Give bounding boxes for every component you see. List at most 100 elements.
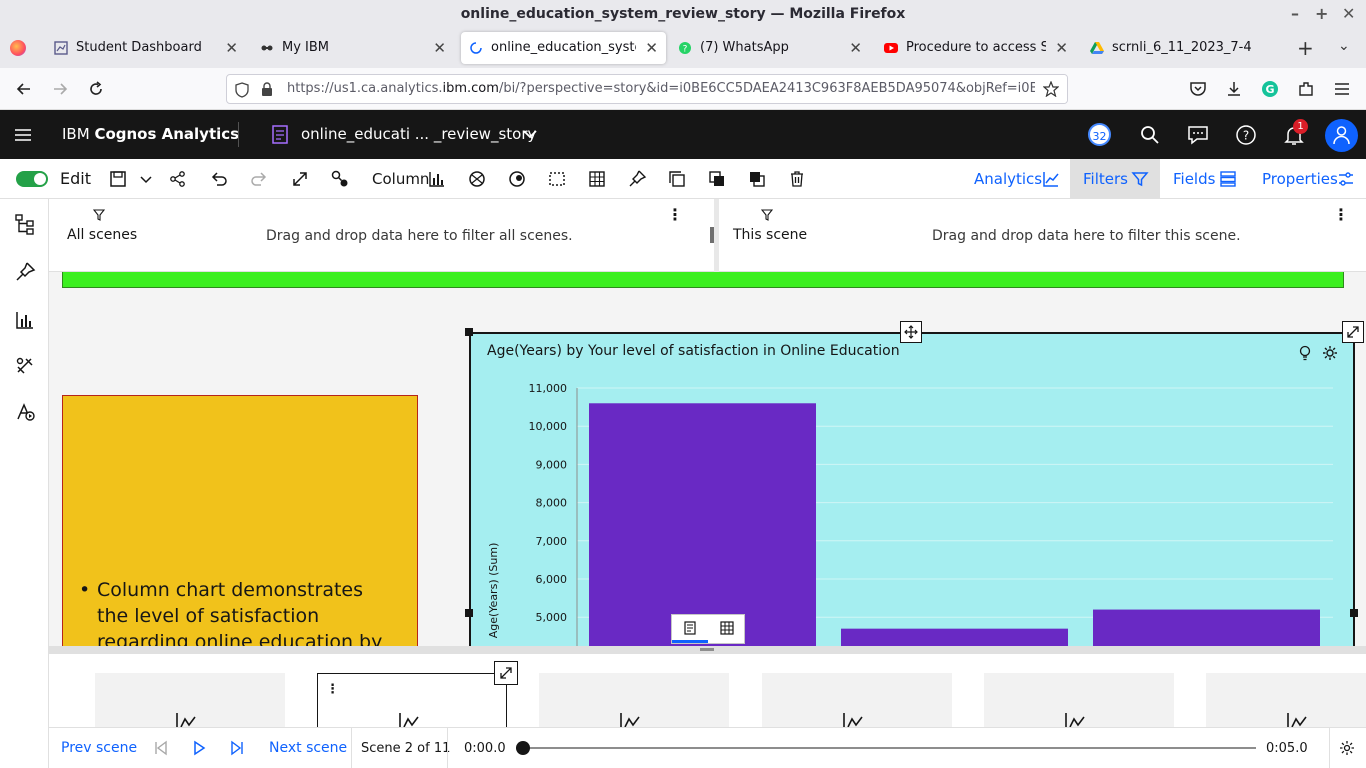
firefox-menu-icon[interactable] — [10, 40, 26, 56]
scene-thumbnail[interactable] — [984, 673, 1174, 727]
play-icon[interactable] — [191, 740, 207, 756]
scene-overflow-icon[interactable]: ⋮ — [326, 682, 339, 697]
tab-student-dashboard[interactable]: Student Dashboard ✕ — [46, 32, 246, 64]
timeline-settings-icon[interactable] — [1339, 740, 1355, 756]
chat-icon[interactable] — [1187, 125, 1209, 145]
table-icon[interactable] — [587, 169, 607, 189]
pin-panel-icon[interactable] — [14, 261, 36, 283]
lock-icon[interactable] — [261, 82, 273, 97]
chart-widget[interactable]: Age(Years) by Your level of satisfaction… — [469, 332, 1355, 646]
undo-icon[interactable] — [209, 169, 229, 189]
visualizations-icon[interactable] — [14, 309, 36, 331]
share-icon[interactable] — [168, 169, 188, 189]
fields-button[interactable]: Fields — [1160, 159, 1248, 199]
green-banner-widget[interactable] — [62, 272, 1344, 288]
palette-icon[interactable] — [467, 169, 487, 189]
avatar[interactable] — [1325, 119, 1358, 152]
properties-button[interactable]: Properties — [1248, 159, 1366, 199]
pocket-icon[interactable] — [1188, 79, 1208, 99]
tab-procedure-smart[interactable]: Procedure to access Smart ✕ — [876, 32, 1076, 64]
grammarly-icon[interactable]: G — [1260, 79, 1280, 99]
timeline-track[interactable] — [516, 741, 1256, 755]
this-scene-filter[interactable]: This scene Drag and drop data here to fi… — [719, 199, 1366, 272]
menu-icon[interactable] — [14, 127, 32, 143]
close-window-icon[interactable]: ✕ — [1342, 0, 1355, 28]
help-icon[interactable]: ? — [1235, 124, 1257, 146]
minimize-icon[interactable]: – — [1291, 0, 1299, 28]
scene-thumbnail[interactable] — [95, 673, 285, 727]
shield-icon[interactable] — [235, 82, 249, 98]
animation-icon[interactable] — [507, 169, 527, 189]
expand-icon[interactable] — [290, 169, 310, 189]
extensions-icon[interactable] — [1296, 79, 1316, 99]
relationships-icon[interactable] — [330, 169, 350, 189]
timeline-knob[interactable] — [516, 741, 530, 755]
forward-icon[interactable] — [50, 79, 70, 99]
scene-thumbnail[interactable] — [762, 673, 952, 727]
this-scene-overflow-icon[interactable]: ⋮ — [1333, 205, 1349, 224]
send-backward-icon[interactable] — [747, 169, 767, 189]
insight-bulb-icon[interactable] — [1298, 345, 1312, 361]
maximize-icon[interactable]: + — [1315, 0, 1328, 28]
resize-handle-right[interactable] — [1350, 609, 1358, 617]
all-scenes-dropzone[interactable]: Drag and drop data here to filter all sc… — [266, 228, 573, 244]
expand-scene-button[interactable] — [494, 661, 518, 685]
url-bar[interactable]: https://us1.ca.analytics.ibm.com/bi/?per… — [226, 74, 1068, 104]
tab-my-ibm[interactable]: My IBM ✕ — [252, 32, 454, 64]
close-tab-icon[interactable]: ✕ — [1055, 32, 1068, 64]
scene-thumbnail[interactable] — [539, 673, 729, 727]
all-scenes-filter[interactable]: All scenes Drag and drop data here to fi… — [49, 199, 710, 272]
prev-scene-button[interactable]: Prev scene — [61, 740, 137, 756]
close-tab-icon[interactable]: ✕ — [849, 32, 862, 64]
delete-icon[interactable] — [787, 169, 807, 189]
column-chart-icon[interactable] — [427, 169, 447, 189]
product-name[interactable]: IBM Cognos Analytics — [62, 110, 239, 159]
save-menu-chevron-icon[interactable] — [136, 169, 156, 189]
back-icon[interactable] — [14, 79, 34, 99]
close-tab-icon[interactable]: ✕ — [433, 32, 446, 64]
sources-tree-icon[interactable] — [14, 213, 36, 235]
user-count-badge[interactable]: 32 — [1088, 123, 1111, 146]
chart-type-label[interactable]: Column — [372, 159, 429, 199]
save-icon[interactable] — [108, 169, 128, 189]
tab-scrnli[interactable]: scrnli_6_11_2023_7-43-00 P — [1082, 32, 1282, 64]
this-scene-dropzone[interactable]: Drag and drop data here to filter this s… — [932, 228, 1241, 244]
timeline-splitter[interactable] — [49, 646, 1366, 654]
scene-thumbnail[interactable] — [1206, 673, 1366, 727]
close-tab-icon[interactable]: ✕ — [645, 32, 658, 64]
view-data-button[interactable] — [709, 615, 745, 643]
edit-toggle[interactable] — [16, 171, 48, 187]
new-tab-icon[interactable]: + — [1297, 36, 1314, 60]
next-scene-button[interactable]: Next scene — [269, 740, 347, 756]
story-title[interactable]: online_educati ... _review_story — [301, 110, 536, 159]
duplicate-icon[interactable] — [667, 169, 687, 189]
text-widget[interactable]: • Column chart demonstrates the level of… — [62, 395, 418, 646]
media-icon[interactable] — [14, 401, 36, 423]
hamburger-menu-icon[interactable] — [1332, 79, 1352, 99]
close-tab-icon[interactable]: ✕ — [225, 32, 238, 64]
list-tabs-icon[interactable]: ⌄ — [1338, 38, 1350, 54]
widgets-icon[interactable] — [14, 355, 36, 377]
all-scenes-overflow-icon[interactable]: ⋮ — [667, 205, 683, 224]
settings-gear-icon[interactable] — [1322, 345, 1338, 361]
tab-online-education-story[interactable]: online_education_system_r ✕ — [461, 32, 666, 64]
search-icon[interactable] — [1140, 125, 1160, 145]
bookmark-star-icon[interactable] — [1043, 81, 1059, 97]
select-area-icon[interactable] — [547, 169, 567, 189]
analytics-button[interactable]: Analytics — [960, 159, 1070, 199]
maximize-widget-button[interactable] — [1342, 321, 1364, 343]
skip-forward-icon[interactable] — [229, 740, 245, 756]
reload-icon[interactable] — [86, 79, 106, 99]
filters-button[interactable]: Filters — [1070, 159, 1160, 199]
downloads-icon[interactable] — [1224, 79, 1244, 99]
skip-back-icon[interactable] — [153, 740, 169, 756]
move-handle[interactable] — [900, 321, 922, 343]
resize-handle-top-left[interactable] — [465, 328, 473, 336]
bring-forward-icon[interactable] — [707, 169, 727, 189]
redo-icon[interactable] — [249, 169, 269, 189]
tab-whatsapp[interactable]: ? (7) WhatsApp ✕ — [670, 32, 870, 64]
pin-icon[interactable] — [627, 169, 647, 189]
scene-thumbnail-selected[interactable]: ⋮ — [317, 673, 507, 727]
view-chart-button[interactable] — [672, 615, 708, 643]
resize-handle-left[interactable] — [465, 609, 473, 617]
